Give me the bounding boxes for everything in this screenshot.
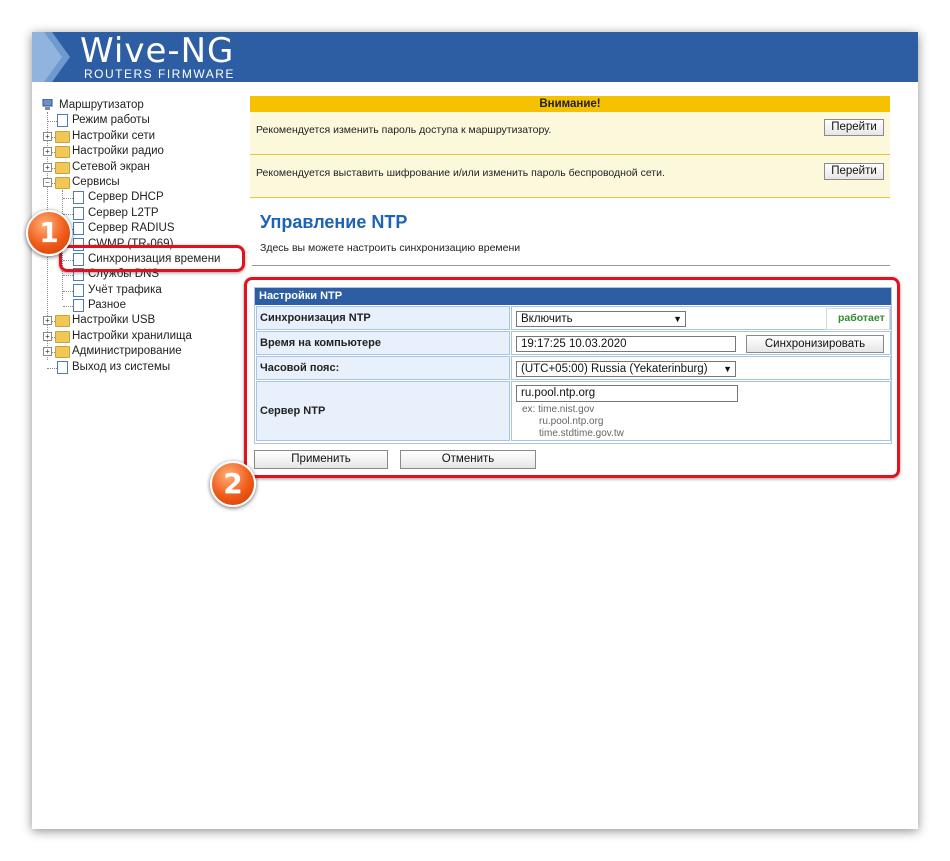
page-icon bbox=[73, 191, 84, 205]
sidebar-item[interactable]: Сервер RADIUS bbox=[42, 221, 262, 236]
expand-icon[interactable]: + bbox=[43, 147, 52, 157]
page-icon bbox=[73, 283, 84, 297]
sidebar-item-label: Сервисы bbox=[72, 175, 120, 188]
sidebar-item-label: Выход из системы bbox=[72, 360, 171, 373]
router-web-ui: Wive-NG ROUTERS FIRMWARE Маршрутизатор Р… bbox=[26, 32, 918, 829]
sidebar-item[interactable]: − Сервисы bbox=[42, 175, 262, 190]
sidebar-item[interactable]: Учёт трафика bbox=[42, 283, 262, 298]
sidebar-item[interactable]: + Сетевой экран bbox=[42, 160, 262, 175]
sidebar-item[interactable]: Сервер DHCP bbox=[42, 190, 262, 205]
sidebar-item-label: Сервер DHCP bbox=[88, 191, 164, 204]
sidebar-item[interactable]: + Настройки сети bbox=[42, 129, 262, 144]
page-icon bbox=[57, 360, 68, 374]
expand-icon[interactable]: + bbox=[43, 316, 52, 326]
header-banner: Wive-NG ROUTERS FIRMWARE bbox=[32, 32, 918, 82]
folder-icon bbox=[55, 330, 70, 343]
page-description: Здесь вы можете настроить синхронизацию … bbox=[260, 242, 521, 254]
warning-message: Рекомендуется изменить пароль доступа к … bbox=[256, 124, 552, 136]
sidebar-item-label: Настройки USB bbox=[72, 314, 156, 327]
collapse-icon[interactable]: − bbox=[43, 177, 52, 187]
folder-icon bbox=[55, 176, 70, 189]
tree-root-label: Маршрутизатор bbox=[59, 99, 144, 111]
computer-icon bbox=[42, 99, 53, 110]
warning-row: Рекомендуется изменить пароль доступа к … bbox=[250, 112, 890, 155]
sidebar-tree: Маршрутизатор Режим работы + Настройки сет… bbox=[42, 98, 262, 375]
expand-icon[interactable]: + bbox=[43, 131, 52, 141]
sidebar-item-label: Режим работы bbox=[72, 114, 150, 127]
goto-password-button[interactable]: Перейти bbox=[824, 119, 884, 136]
sidebar-item[interactable]: + Настройки USB bbox=[42, 313, 262, 328]
sidebar-item[interactable]: Выход из системы bbox=[42, 360, 262, 375]
tree-connector bbox=[63, 306, 73, 308]
sidebar-item-label: Сервер L2TP bbox=[88, 206, 159, 219]
expand-icon[interactable]: + bbox=[43, 162, 52, 172]
sidebar-item-label: Настройки хранилища bbox=[72, 329, 192, 342]
warning-message: Рекомендуется выставить шифрование и/или… bbox=[256, 167, 665, 179]
sidebar-item-label: Настройки радио bbox=[72, 145, 164, 158]
tree-connector bbox=[63, 198, 73, 200]
warning-title: Внимание! bbox=[250, 96, 890, 112]
goto-wireless-button[interactable]: Перейти bbox=[824, 163, 884, 180]
sidebar-item-label: Настройки сети bbox=[72, 129, 156, 142]
sidebar-item-label: Разное bbox=[88, 299, 126, 312]
page-icon bbox=[57, 114, 68, 128]
sidebar-item-label: Учёт трафика bbox=[88, 283, 162, 296]
page-title: Управление NTP bbox=[260, 212, 408, 232]
logo-title: Wive-NG bbox=[80, 32, 235, 71]
tree-root[interactable]: Маршрутизатор bbox=[42, 98, 242, 113]
sidebar-item-label: Сетевой экран bbox=[72, 160, 150, 173]
expand-icon[interactable]: + bbox=[43, 347, 52, 357]
page-icon bbox=[73, 206, 84, 220]
folder-icon bbox=[55, 161, 70, 174]
sidebar-item[interactable]: + Администрирование bbox=[42, 344, 262, 359]
sidebar-item-label: Сервер RADIUS bbox=[88, 222, 175, 235]
warning-row: Рекомендуется выставить шифрование и/или… bbox=[250, 155, 890, 198]
folder-icon bbox=[55, 146, 70, 159]
highlight-menu-item bbox=[59, 245, 245, 272]
step-badge-1: 1 bbox=[26, 210, 72, 256]
logo-mark-icon bbox=[32, 32, 70, 82]
warning-panel: Внимание! Рекомендуется изменить пароль … bbox=[250, 96, 890, 198]
sidebar-item-label: Администрирование bbox=[72, 345, 182, 358]
tree-connector bbox=[63, 275, 73, 277]
expand-icon[interactable]: + bbox=[43, 331, 52, 341]
divider bbox=[252, 265, 890, 266]
page-icon bbox=[73, 299, 84, 313]
logo-subtitle: ROUTERS FIRMWARE bbox=[84, 67, 235, 81]
sidebar-item[interactable]: Режим работы bbox=[42, 113, 262, 128]
sidebar-item[interactable]: + Настройки хранилища bbox=[42, 329, 262, 344]
folder-icon bbox=[55, 130, 70, 143]
tree-connector bbox=[47, 121, 57, 123]
sidebar-item[interactable]: Разное bbox=[42, 298, 262, 313]
tree-connector bbox=[63, 290, 73, 292]
sidebar-item[interactable]: Сервер L2TP bbox=[42, 206, 262, 221]
highlight-ntp-settings bbox=[244, 277, 900, 478]
sidebar-item[interactable]: + Настройки радио bbox=[42, 144, 262, 159]
tree-connector bbox=[63, 213, 73, 215]
tree-connector bbox=[47, 367, 57, 369]
page-icon bbox=[73, 222, 84, 236]
folder-icon bbox=[55, 346, 70, 359]
folder-icon bbox=[55, 315, 70, 328]
step-badge-2: 2 bbox=[210, 461, 256, 507]
